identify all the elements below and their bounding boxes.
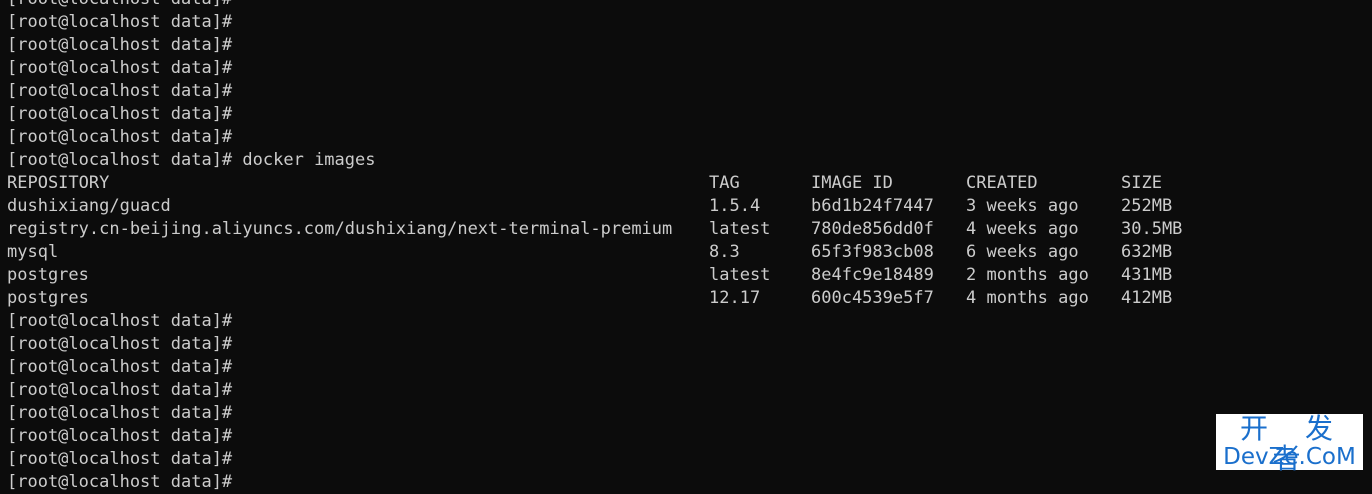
cell-image-id: b6d1b24f7447 xyxy=(811,196,934,216)
cell-created: 4 weeks ago xyxy=(966,219,1079,239)
terminal-output[interactable]: [root@localhost data]# [root@localhost da… xyxy=(7,0,1372,492)
cell-image-id: 65f3f983cb08 xyxy=(811,242,934,262)
prompt-line: [root@localhost data]# xyxy=(7,472,233,492)
cell-size: 632MB xyxy=(1121,242,1173,262)
prompt-lines-before: [root@localhost data]# [root@localhost da… xyxy=(7,0,1372,149)
prompt-line: [root@localhost data]# xyxy=(7,81,233,101)
cell-repository: postgres xyxy=(7,288,89,308)
cell-size: 412MB xyxy=(1121,288,1173,308)
table-row: dushixiang/guacd 1.5.4 b6d1b24f7447 3 we… xyxy=(7,195,1372,218)
cell-tag: 1.5.4 xyxy=(709,196,761,216)
prompt-line: [root@localhost data]# xyxy=(7,58,233,78)
cell-created: 4 months ago xyxy=(966,288,1089,308)
cell-repository: registry.cn-beijing.aliyuncs.com/dushixi… xyxy=(7,219,673,239)
cell-tag: 12.17 xyxy=(709,288,761,308)
cell-tag: 8.3 xyxy=(709,242,740,262)
table-row: postgres 12.17 600c4539e5f7 4 months ago… xyxy=(7,287,1372,310)
command-text: docker images xyxy=(242,150,376,170)
cell-image-id: 600c4539e5f7 xyxy=(811,288,934,308)
cell-size: 30.5MB xyxy=(1121,219,1183,239)
prompt-line: [root@localhost data]# xyxy=(7,426,233,446)
table-row: postgres latest 8e4fc9e18489 2 months ag… xyxy=(7,264,1372,287)
prompt-text: [root@localhost data]# xyxy=(7,150,233,170)
watermark-site-text: DevZe.CoM xyxy=(1223,444,1356,470)
prompt-line: [root@localhost data]# xyxy=(7,35,233,55)
cell-created: 2 months ago xyxy=(966,265,1089,285)
table-row: mysql 8.3 65f3f983cb08 6 weeks ago 632MB xyxy=(7,241,1372,264)
prompt-line: [root@localhost data]# xyxy=(7,127,233,147)
cell-size: 252MB xyxy=(1121,196,1173,216)
prompt-line: [root@localhost data]# xyxy=(7,104,233,124)
cell-created: 3 weeks ago xyxy=(966,196,1079,216)
prompt-line: [root@localhost data]# xyxy=(7,311,233,331)
header-tag: TAG xyxy=(709,173,740,193)
header-size: SIZE xyxy=(1121,173,1162,193)
cell-created: 6 weeks ago xyxy=(966,242,1079,262)
command-line: [root@localhost data]# docker images xyxy=(7,149,1372,172)
prompt-line: [root@localhost data]# xyxy=(7,12,233,32)
watermark-logo: 开 发 者 DevZe.CoM xyxy=(1216,414,1363,474)
header-image-id: IMAGE ID xyxy=(811,173,893,193)
table-header: REPOSITORY TAG IMAGE ID CREATED SIZE xyxy=(7,172,1372,195)
table-row: registry.cn-beijing.aliyuncs.com/dushixi… xyxy=(7,218,1372,241)
cell-repository: dushixiang/guacd xyxy=(7,196,171,216)
cell-repository: mysql xyxy=(7,242,59,262)
prompt-line: [root@localhost data]# xyxy=(7,380,233,400)
cell-size: 431MB xyxy=(1121,265,1173,285)
prompt-lines-after: [root@localhost data]# [root@localhost da… xyxy=(7,310,1372,494)
prompt-line: [root@localhost data]# xyxy=(7,0,1372,11)
prompt-line: [root@localhost data]# xyxy=(7,334,233,354)
cell-tag: latest xyxy=(709,219,771,239)
prompt-line: [root@localhost data]# xyxy=(7,357,233,377)
prompt-line: [root@localhost data]# xyxy=(7,449,233,469)
header-repository: REPOSITORY xyxy=(7,173,110,193)
cell-image-id: 8e4fc9e18489 xyxy=(811,265,934,285)
cell-image-id: 780de856dd0f xyxy=(811,219,934,239)
prompt-line: [root@localhost data]# xyxy=(7,403,233,423)
header-created: CREATED xyxy=(966,173,1038,193)
cell-tag: latest xyxy=(709,265,771,285)
cell-repository: postgres xyxy=(7,265,89,285)
